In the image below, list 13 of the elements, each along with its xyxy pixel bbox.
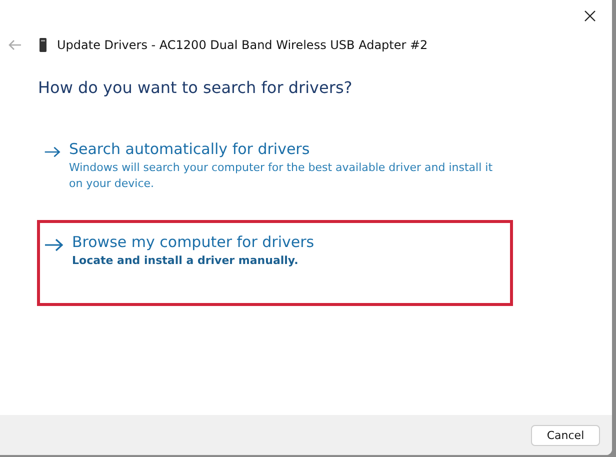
option-description: Locate and install a driver manually. (72, 253, 300, 269)
cancel-button[interactable]: Cancel (531, 424, 600, 446)
usb-device-icon (39, 38, 47, 52)
dialog-heading: How do you want to search for drivers? (37, 77, 354, 99)
arrow-icon (44, 238, 64, 252)
close-icon[interactable] (584, 10, 596, 22)
option-link[interactable]: Search automatically for drivers Windows will search your computer for the best available driver and install it on your device. (37, 122, 513, 192)
arrow-icon (44, 145, 61, 159)
highlighted-option[interactable]: Browse my computer for drivers Locate and install a driver manually. (37, 220, 513, 306)
window-title: Update Drivers - AC1200 Dual Band Wireless USB Adapter #2 (57, 38, 428, 52)
option-title: Search automatically for drivers (68, 140, 311, 158)
option-title: Browse my computer for drivers (72, 233, 314, 251)
option-description: Windows will search your computer for the best available driver and install it on your device. (68, 160, 494, 192)
